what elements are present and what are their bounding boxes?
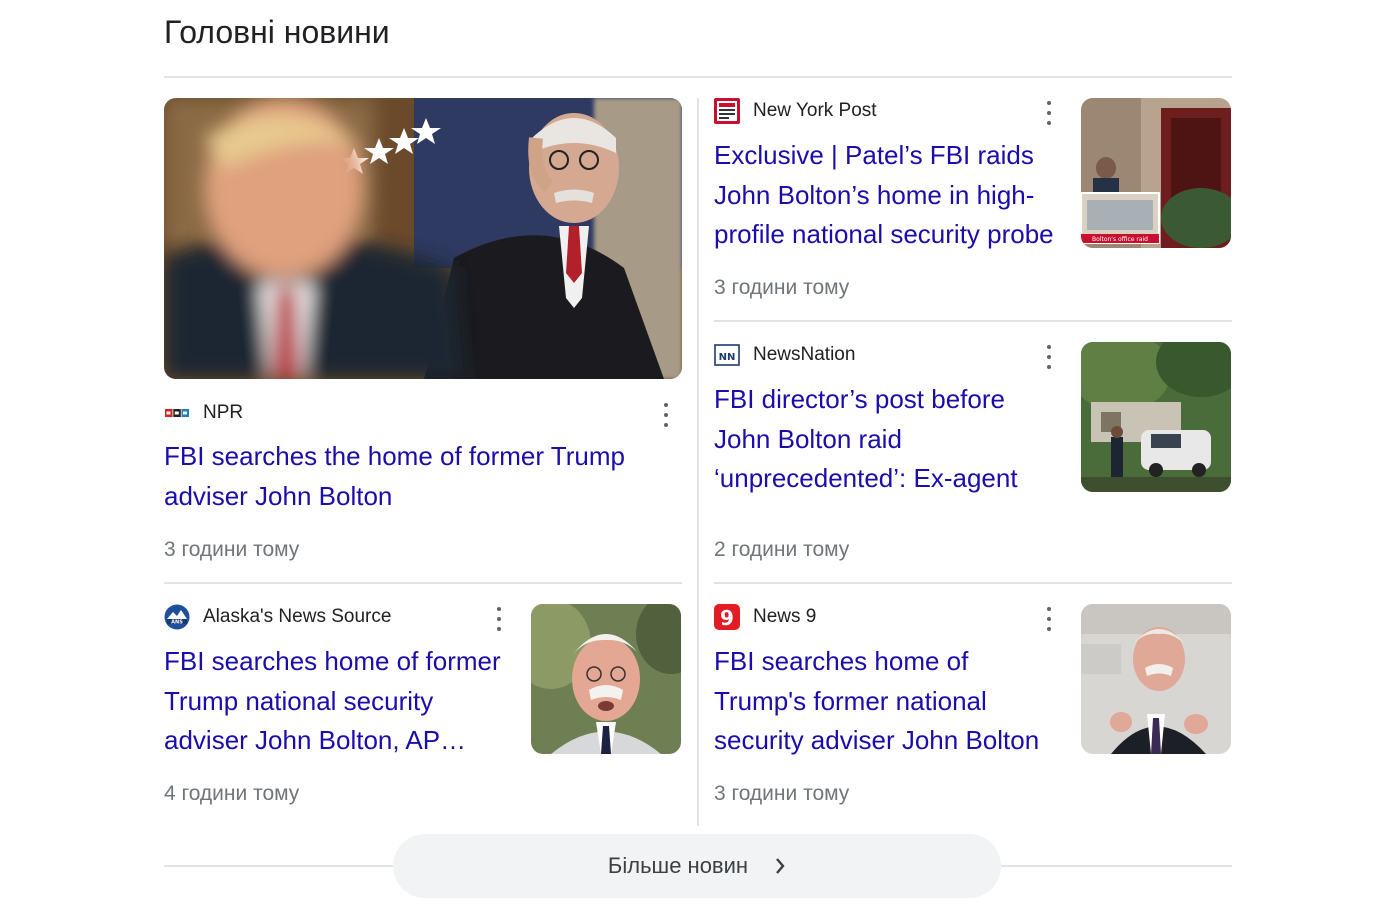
more-options-icon[interactable] [1044, 345, 1054, 369]
svg-text:ANS: ANS [171, 620, 183, 626]
source-name: New York Post [753, 100, 877, 121]
article-thumbnail[interactable] [1081, 604, 1231, 754]
article-thumbnail[interactable]: Bolton's office raid [1081, 98, 1231, 248]
source-name: Alaska's News Source [203, 606, 392, 627]
article-timestamp: 2 години тому [714, 538, 850, 561]
section-title: Головні новини [164, 14, 390, 50]
more-options-icon[interactable] [1044, 607, 1054, 631]
source-name: News 9 [753, 606, 817, 627]
svg-text:9: 9 [720, 606, 734, 630]
row-divider [714, 320, 1232, 322]
article-source: NPR [164, 400, 243, 426]
more-news-button[interactable]: Більше новин [393, 834, 1001, 898]
article-headline[interactable]: FBI searches the home of former Trump ad… [164, 437, 664, 516]
article-headline[interactable]: FBI director’s post before John Bolton r… [714, 380, 1064, 499]
article-thumbnail[interactable] [1081, 342, 1231, 492]
article-timestamp: 3 години тому [714, 782, 850, 805]
article-source: ANS Alaska's News Source [164, 604, 391, 630]
article-timestamp: 3 години тому [714, 276, 850, 299]
more-news-label: Більше новин [607, 853, 749, 878]
svg-text:Bolton's office raid: Bolton's office raid [1092, 236, 1148, 243]
row-divider [164, 582, 682, 584]
article-headline[interactable]: FBI searches home of Trump's former nati… [714, 642, 1064, 761]
chevron-right-icon [774, 857, 786, 875]
column-divider [697, 98, 699, 826]
article-timestamp: 4 години тому [164, 782, 300, 805]
newsnation-logo-icon: NN [714, 342, 740, 368]
source-name: NewsNation [753, 344, 856, 365]
row-divider [714, 582, 1232, 584]
more-options-icon[interactable] [494, 607, 504, 631]
article-source: New York Post [714, 98, 877, 124]
news9-logo-icon: 9 [714, 604, 740, 630]
article-headline[interactable]: FBI searches home of former Trump nation… [164, 642, 514, 761]
article-thumbnail[interactable] [531, 604, 681, 754]
new-york-post-logo-icon [714, 98, 740, 124]
npr-logo-icon [164, 400, 190, 426]
svg-text:NN: NN [719, 352, 736, 363]
alaskas-news-source-logo-icon: ANS [164, 604, 190, 630]
more-options-icon[interactable] [661, 403, 671, 427]
top-divider [164, 76, 1232, 78]
article-source: NN NewsNation [714, 342, 855, 368]
article-headline[interactable]: Exclusive | Patel’s FBI raids John Bolto… [714, 136, 1064, 255]
source-name: NPR [203, 402, 244, 423]
article-source: 9 News 9 [714, 604, 816, 630]
more-options-icon[interactable] [1044, 101, 1054, 125]
article-image[interactable] [164, 98, 682, 379]
article-timestamp: 3 години тому [164, 538, 300, 561]
